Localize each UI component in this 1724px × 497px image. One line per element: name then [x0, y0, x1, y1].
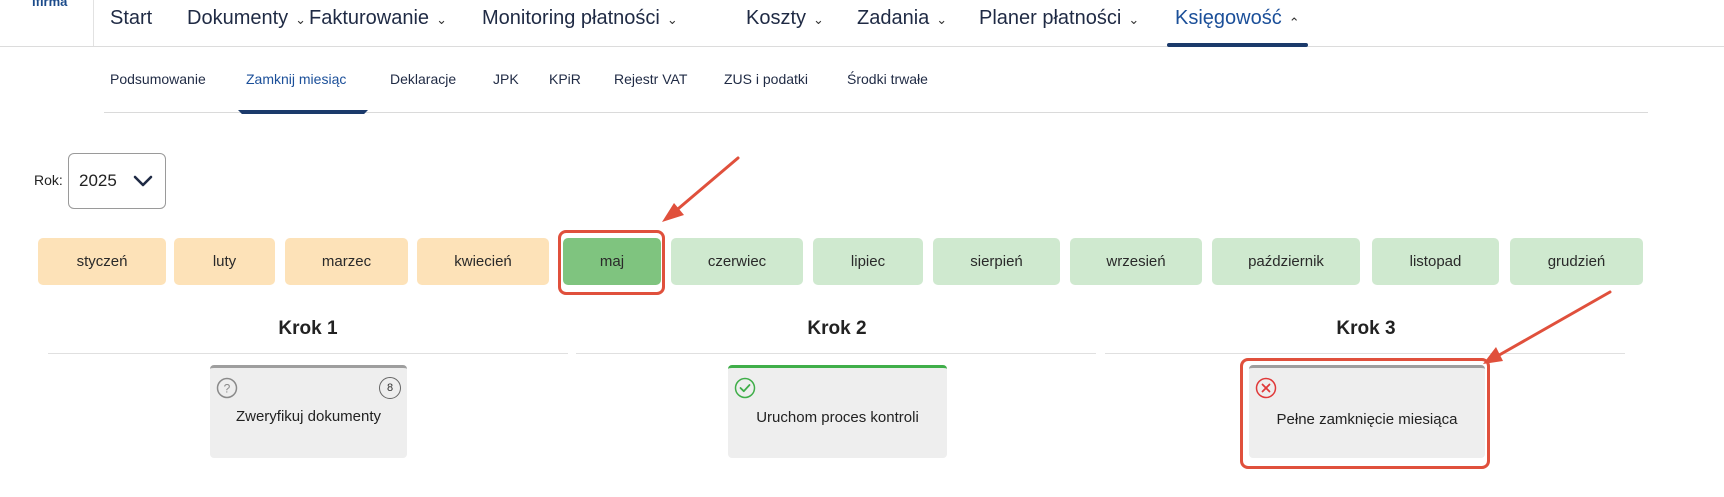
sub-navigation: Podsumowanie Zamknij miesiąc Deklaracje …: [104, 47, 1648, 114]
subnav-zamknij-miesiac[interactable]: Zamknij miesiąc: [246, 71, 346, 87]
month-lipiec[interactable]: lipiec: [813, 238, 923, 285]
top-navigation: Start Dokumenty ⌄ Fakturowanie ⌄ Monitorin…: [0, 0, 1724, 47]
month-wrzesien[interactable]: wrzesień: [1070, 238, 1202, 285]
chevron-up-icon: ⌃: [1288, 15, 1300, 30]
nav-ksiegowosc-label: Księgowość: [1175, 7, 1282, 29]
step-2-card-label: Uruchom proces kontroli: [756, 409, 919, 426]
subnav-deklaracje[interactable]: Deklaracje: [390, 71, 456, 87]
nav-planer-platnosci[interactable]: Planer płatności ⌄: [979, 7, 1139, 47]
month-pazdziernik[interactable]: październik: [1212, 238, 1360, 285]
logo-divider: [93, 0, 94, 46]
month-marzec[interactable]: marzec: [285, 238, 408, 285]
nav-planer-label: Planer płatności: [979, 7, 1122, 29]
chevron-down-icon: ⌄: [295, 12, 307, 27]
chevron-down-icon: ⌄: [813, 12, 824, 27]
step-3-title: Krok 3: [1336, 318, 1396, 339]
step-1-card-label: Zweryfikuj dokumenty: [235, 408, 382, 425]
nav-dokumenty[interactable]: Dokumenty ⌄: [187, 7, 306, 47]
nav-koszty[interactable]: Koszty ⌄: [746, 7, 824, 47]
step-3-divider: [1105, 353, 1625, 354]
nav-start-label: Start: [110, 7, 153, 29]
error-icon: [1255, 377, 1277, 399]
chevron-down-icon: [133, 175, 153, 187]
chevron-down-icon: ⌄: [936, 12, 948, 27]
nav-koszty-label: Koszty: [746, 7, 807, 29]
document-count-badge: 8: [379, 377, 401, 399]
nav-fakturowanie[interactable]: Fakturowanie ⌄: [309, 7, 447, 47]
month-czerwiec[interactable]: czerwiec: [671, 238, 803, 285]
annotation-arrowhead-1: [662, 203, 684, 222]
month-luty[interactable]: luty: [174, 238, 275, 285]
annotation-arrow-2: [1492, 290, 1612, 360]
step-1-card[interactable]: ? 8 Zweryfikuj dokumenty: [210, 365, 407, 458]
step-2-divider: [576, 353, 1096, 354]
chevron-down-icon: ⌄: [436, 12, 447, 27]
annotation-arrowhead-2: [1483, 347, 1503, 364]
subnav-jpk[interactable]: JPK: [493, 71, 519, 87]
nav-fakturowanie-label: Fakturowanie: [309, 7, 430, 29]
step-2-title: Krok 2: [807, 318, 867, 339]
chevron-down-icon: ⌄: [1128, 12, 1140, 27]
question-icon: ?: [216, 377, 238, 399]
year-value: 2025: [79, 171, 117, 190]
subnav-zus-i-podatki[interactable]: ZUS i podatki: [724, 71, 808, 87]
year-label: Rok:: [34, 172, 63, 188]
subnav-podsumowanie[interactable]: Podsumowanie: [110, 71, 206, 87]
check-icon: [734, 377, 756, 399]
nav-dokumenty-label: Dokumenty: [187, 7, 289, 29]
month-sierpien[interactable]: sierpień: [933, 238, 1060, 285]
nav-zadania[interactable]: Zadania ⌄: [857, 7, 947, 47]
step-1-title: Krok 1: [278, 318, 338, 339]
nav-monitoring-label: Monitoring płatności: [482, 7, 660, 29]
svg-text:?: ?: [224, 382, 231, 396]
step-2-card[interactable]: Uruchom proces kontroli: [728, 365, 947, 458]
month-kwiecien[interactable]: kwiecień: [417, 238, 549, 285]
subnav-rejestr-vat[interactable]: Rejestr VAT: [614, 71, 687, 87]
step-1-divider: [48, 353, 568, 354]
nav-monitoring-platnosci[interactable]: Monitoring płatności ⌄: [482, 7, 678, 47]
chevron-down-icon: ⌄: [666, 12, 678, 27]
subnav-srodki-trwale[interactable]: Środki trwałe: [847, 71, 928, 87]
nav-start[interactable]: Start: [110, 7, 152, 47]
month-maj[interactable]: maj: [563, 238, 661, 285]
nav-zadania-label: Zadania: [857, 7, 930, 29]
annotation-arrow-1: [670, 156, 740, 216]
month-grudzien[interactable]: grudzień: [1510, 238, 1643, 285]
month-styczen[interactable]: styczeń: [38, 238, 166, 285]
year-select[interactable]: 2025: [68, 153, 166, 209]
month-listopad[interactable]: listopad: [1372, 238, 1499, 285]
step-3-card-label: Pełne zamknięcie miesiąca: [1276, 411, 1458, 428]
subnav-kpir[interactable]: KPiR: [549, 71, 581, 87]
nav-ksiegowosc[interactable]: Księgowość ⌃: [1167, 7, 1308, 47]
step-3-card[interactable]: Pełne zamknięcie miesiąca: [1249, 365, 1485, 458]
active-tab-indicator: [238, 110, 368, 114]
